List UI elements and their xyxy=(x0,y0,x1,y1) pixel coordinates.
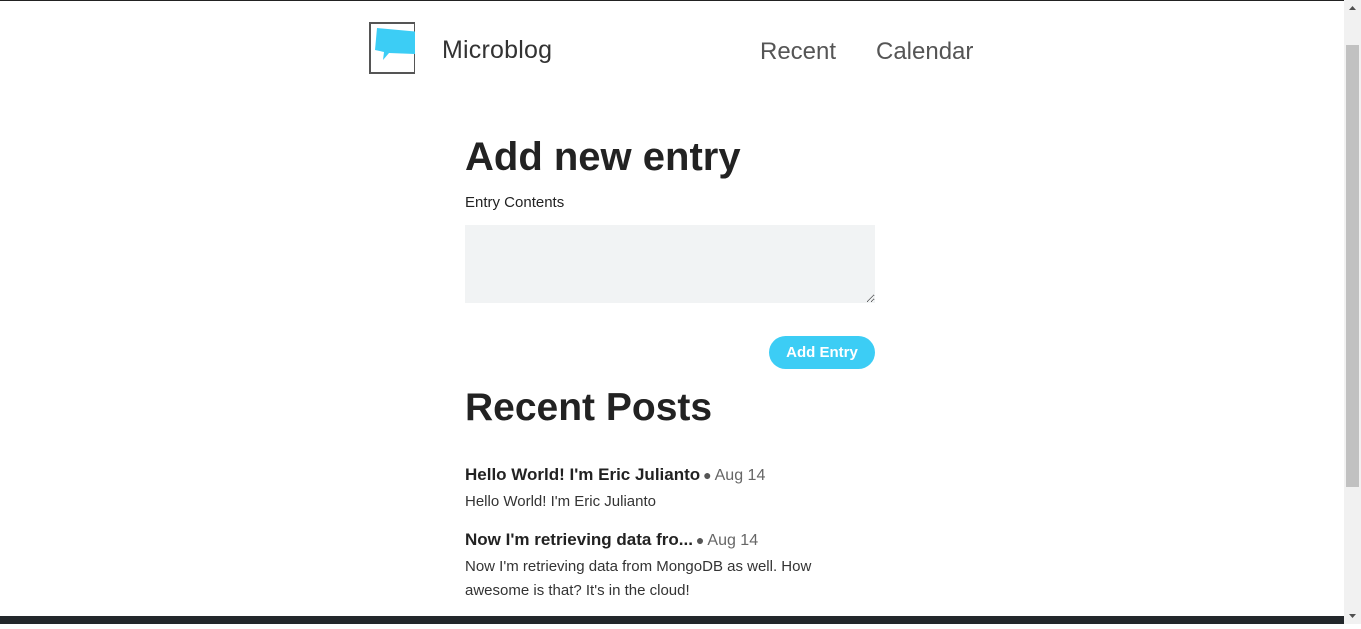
post-item: Hello World! I'm Eric Julianto ● Aug 14 He… xyxy=(465,463,875,514)
post-body: Hello World! I'm Eric Julianto xyxy=(465,493,656,510)
post-date: Aug 14 xyxy=(707,532,759,549)
bullet-separator-icon: ● xyxy=(703,467,712,483)
add-entry-button[interactable]: Add Entry xyxy=(769,336,875,369)
bullet-separator-icon: ● xyxy=(695,532,705,548)
nav-recent-link[interactable]: Recent xyxy=(760,38,836,66)
scrollbar-thumb[interactable] xyxy=(1346,45,1359,487)
site-header: Microblog Recent Calendar xyxy=(369,22,989,78)
scroll-up-arrow-icon[interactable] xyxy=(1344,0,1361,17)
post-date: Aug 14 xyxy=(714,467,766,484)
post-title-link[interactable]: Hello World! I'm Eric Julianto xyxy=(465,465,700,484)
scroll-down-arrow-icon[interactable] xyxy=(1344,607,1361,624)
nav-calendar-link[interactable]: Calendar xyxy=(876,38,973,66)
post-body: Now I'm retrieving data from MongoDB as … xyxy=(465,558,812,599)
post-header: Hello World! I'm Eric Julianto ● Aug 14 xyxy=(465,463,875,488)
post-header: Now I'm retrieving data fro... ● Aug 14 xyxy=(465,528,875,553)
post-item: Now I'm retrieving data fro... ● Aug 14 No… xyxy=(465,528,875,603)
add-entry-heading: Add new entry xyxy=(465,135,741,179)
brand-name[interactable]: Microblog xyxy=(442,36,552,65)
vertical-scrollbar[interactable] xyxy=(1344,0,1361,624)
entry-contents-textarea[interactable] xyxy=(465,225,875,303)
post-title-link[interactable]: Now I'm retrieving data fro... xyxy=(465,530,693,549)
recent-posts-list: Hello World! I'm Eric Julianto ● Aug 14 He… xyxy=(465,463,875,616)
recent-posts-heading: Recent Posts xyxy=(465,386,713,429)
entry-contents-label: Entry Contents xyxy=(465,194,565,211)
logo-speech-bubble-icon[interactable] xyxy=(369,22,421,74)
page-viewport: Microblog Recent Calendar Add new entry … xyxy=(0,0,1344,616)
footer-bar xyxy=(0,616,1344,624)
